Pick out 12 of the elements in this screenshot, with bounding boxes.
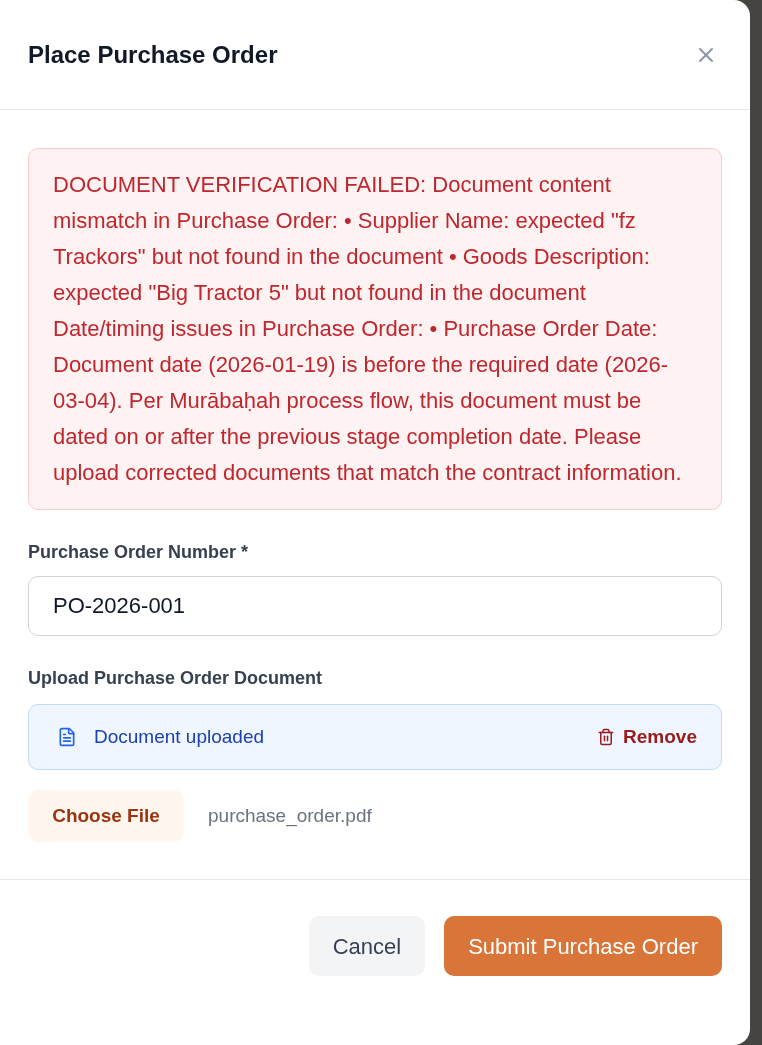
field-label: Purchase Order Number *: [28, 541, 250, 564]
document-icon: [57, 725, 77, 749]
upload-status-text: Document uploaded: [94, 724, 265, 749]
trash-icon: [597, 727, 616, 747]
field-label: Upload Purchase Order Document: [28, 667, 324, 690]
error-alert: DOCUMENT VERIFICATION FAILED: Document content mismatch in Purchase Order: • Supplier Name: expected "fz Trackors" but not found in the document • Goods Description: expected "Big Tractor 5" but not found in the document Date/timing issues in Purchase Order: • Purchase Order Date: Document date (2026-01-19) is before the required date (2026-03-04). Per Murābaḥah process flow, this document must be dated on or after the previous stage completion date. Please upload corrected documents that match the contract information.: [28, 148, 722, 510]
po-number-input[interactable]: PO-2026-001: [28, 576, 722, 636]
cancel-button[interactable]: Cancel: [308, 916, 426, 976]
remove-button[interactable]: Remove: [597, 722, 697, 752]
choose-file-button[interactable]: Choose File: [28, 790, 184, 842]
dialog-title: Place Purchase Order: [28, 39, 278, 70]
file-name: purchase_order.pdf: [208, 803, 372, 829]
